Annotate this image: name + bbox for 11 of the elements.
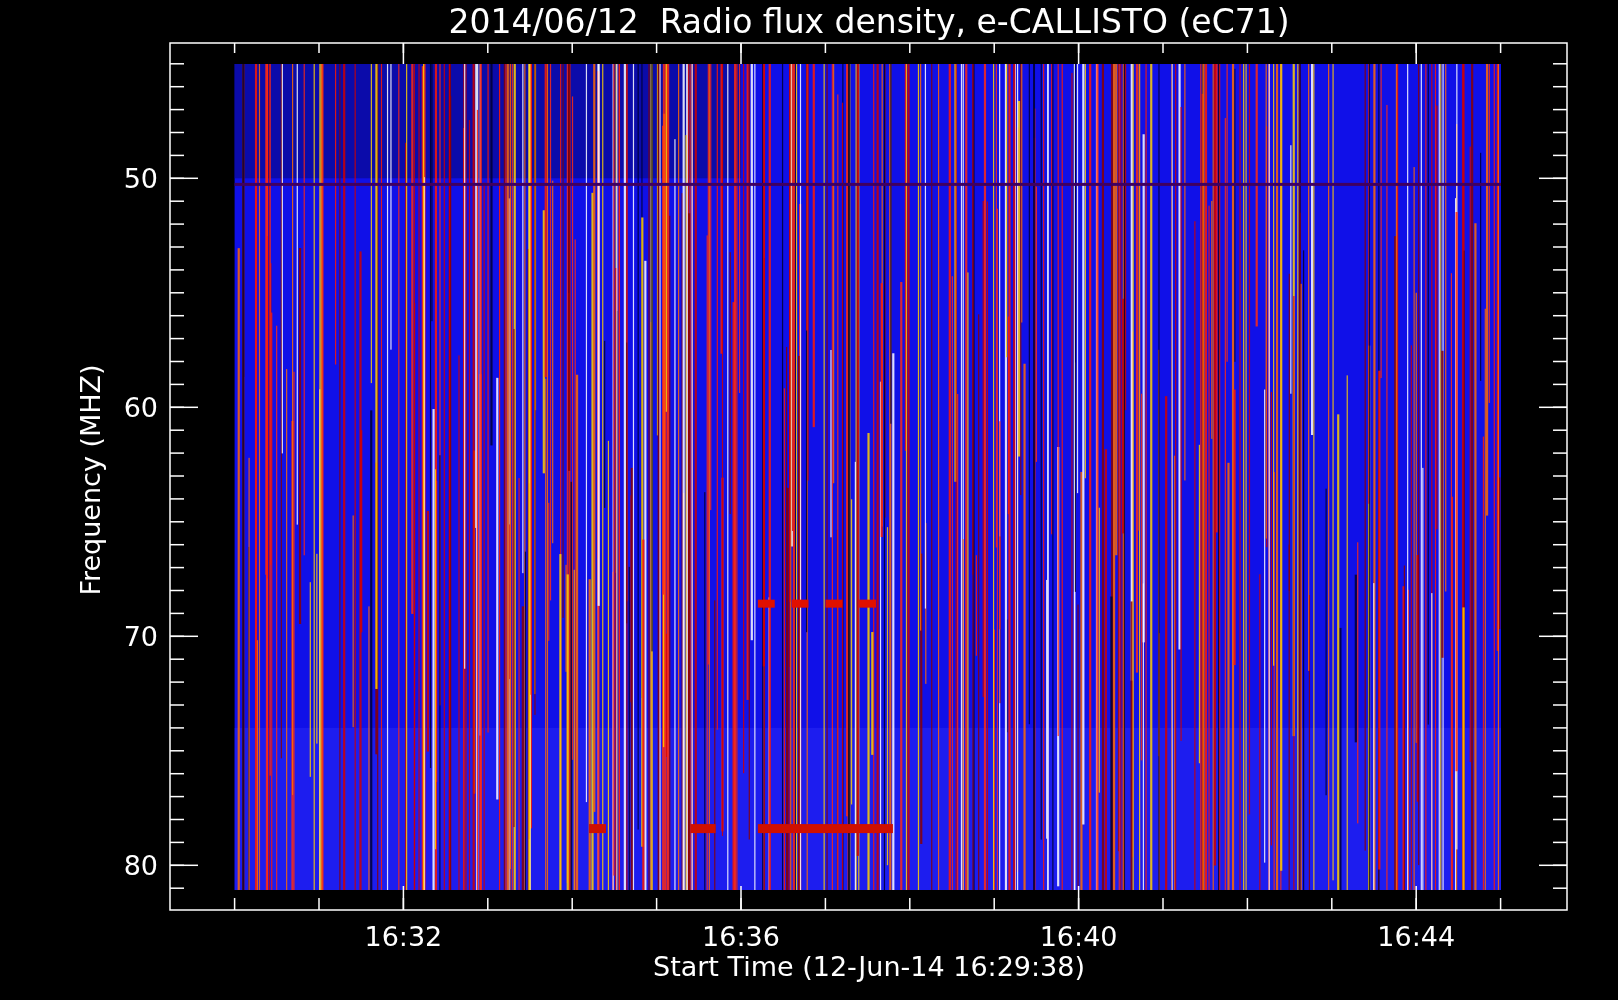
y-tick-label: 50 bbox=[123, 163, 158, 195]
x-tick-label: 16:40 bbox=[1039, 921, 1118, 952]
x-tick-label: 16:36 bbox=[702, 921, 780, 952]
y-tick-label: 70 bbox=[123, 621, 158, 653]
x-tick-label: 16:32 bbox=[364, 921, 443, 952]
x-tick-label: 16:44 bbox=[1377, 921, 1456, 952]
y-tick-label: 60 bbox=[123, 392, 158, 424]
chart-title: 2014/06/12 Radio flux density, e-CALLISTO (eC71) bbox=[448, 2, 1290, 41]
y-axis-label: Frequency (MHZ) bbox=[75, 364, 106, 596]
x-axis-label: Start Time (12-Jun-14 16:29:38) bbox=[653, 951, 1085, 982]
y-tick-label: 80 bbox=[123, 850, 158, 882]
